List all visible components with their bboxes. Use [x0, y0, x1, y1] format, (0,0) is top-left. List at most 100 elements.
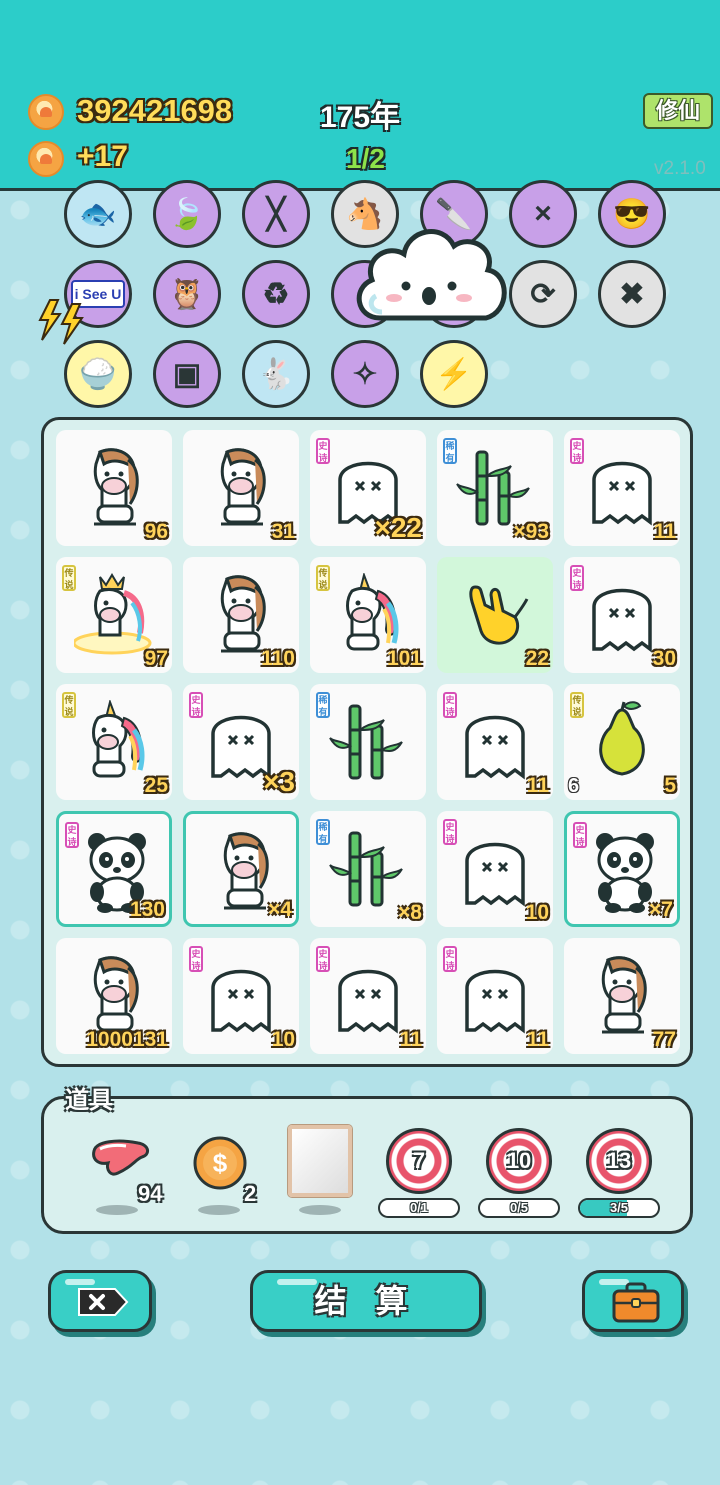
rabbit-icon[interactable]: 🐇 — [242, 340, 310, 408]
cell-value: 110 — [261, 647, 295, 670]
bag-button[interactable] — [582, 1270, 684, 1332]
board-cell[interactable]: 史诗 10 — [437, 811, 553, 927]
board-cell[interactable]: 史诗 11 — [437, 684, 553, 800]
target-icon[interactable]: 10 — [486, 1128, 552, 1194]
board-cell[interactable]: 稀有 ×93 — [437, 430, 553, 546]
horse-icon — [220, 448, 266, 526]
rarity-tag: 稀有 — [316, 692, 330, 718]
settle-button[interactable]: 结 算 — [250, 1270, 482, 1332]
board-cell[interactable]: 史诗 ×3 — [183, 684, 299, 800]
leaf-icon[interactable]: 🍃 — [153, 180, 221, 248]
target-progress: 0/5 — [478, 1198, 560, 1218]
multiplier-icon[interactable]: × — [509, 180, 577, 248]
cell-value: 11 — [526, 774, 549, 797]
skill-glyph: × — [534, 197, 552, 230]
skill-glyph: 🐇 — [257, 357, 295, 391]
board-cell[interactable]: 史诗 130 — [56, 811, 172, 927]
refresh-icon[interactable]: ⟳ — [509, 260, 577, 328]
board-cell[interactable]: 77 — [564, 938, 680, 1054]
horse-icon — [220, 575, 266, 653]
sunglasses-cat-icon[interactable]: 😎 — [598, 180, 666, 248]
rarity-tag: 史诗 — [189, 946, 203, 972]
coin-total: 392421698 — [77, 93, 233, 128]
board-cell[interactable]: 史诗 30 — [564, 557, 680, 673]
rarity-tag: 传说 — [570, 692, 584, 718]
bamboo-icon — [456, 450, 530, 526]
board-cell[interactable]: 1000131 — [56, 938, 172, 1054]
cell-value: 77 — [652, 1028, 676, 1051]
board-cell[interactable]: 史诗 11 — [564, 430, 680, 546]
chopsticks-icon[interactable]: ╳ — [242, 180, 310, 248]
target-icon[interactable]: 13 — [586, 1128, 652, 1194]
delete-tag-icon[interactable]: ✖ — [598, 260, 666, 328]
board-cell[interactable]: 稀有 ×8 — [310, 811, 426, 927]
skill-glyph: ✧ — [352, 357, 378, 391]
board-cell[interactable]: 史诗 ×22 — [310, 430, 426, 546]
cultivate-button[interactable]: 修仙 — [643, 93, 713, 129]
cell-value: 11 — [399, 1028, 422, 1051]
cloud-mascot-icon — [356, 229, 507, 321]
settle-label: 结 算 — [314, 1283, 418, 1319]
frame-icon[interactable] — [288, 1125, 352, 1197]
board-cell[interactable]: 稀有 — [310, 684, 426, 800]
remove-button[interactable] — [48, 1270, 152, 1332]
rice-bowl-icon[interactable]: 🍚 — [64, 340, 132, 408]
version-label: v2.1.0 — [654, 158, 706, 179]
cell-value: 10 — [271, 1028, 295, 1051]
rarity-tag: 史诗 — [570, 438, 584, 464]
board-cell[interactable]: 史诗 11 — [310, 938, 426, 1054]
ghost-icon — [465, 842, 525, 907]
rarity-tag: 史诗 — [570, 565, 584, 591]
board-cell[interactable]: 传说 101 — [310, 557, 426, 673]
board-cell[interactable]: 110 — [183, 557, 299, 673]
cell-value: ×3 — [263, 766, 295, 797]
board-cell[interactable]: 传说 97 — [56, 557, 172, 673]
jar-icon[interactable]: ▣ — [153, 340, 221, 408]
board-cell[interactable]: 史诗 10 — [183, 938, 299, 1054]
cell-left-value: 6 — [568, 775, 580, 797]
board-cell[interactable]: 史诗 ×7 — [564, 811, 680, 927]
cell-value: 5 — [664, 774, 676, 797]
fishbowl-icon[interactable]: 🐟 — [64, 180, 132, 248]
owl-mask-icon[interactable]: 🦉 — [153, 260, 221, 328]
horse-icon — [601, 956, 647, 1034]
bamboo-icon — [329, 704, 403, 780]
board-cell[interactable]: 31 — [183, 430, 299, 546]
board-cell[interactable]: 史诗 11 — [437, 938, 553, 1054]
ghost-icon — [211, 969, 271, 1034]
board-cell[interactable]: 22 — [437, 557, 553, 673]
unicorn-king-icon — [74, 573, 152, 655]
target-value: 13 — [606, 1148, 632, 1173]
liver-icon[interactable] — [88, 1137, 152, 1181]
cell-value: 10 — [525, 901, 549, 924]
target-icon[interactable]: 7 — [386, 1128, 452, 1194]
compass-icon[interactable]: ✧ — [331, 340, 399, 408]
board-cell[interactable]: ×4 — [183, 811, 299, 927]
skill-glyph: ⚡ — [435, 357, 473, 391]
board-cell[interactable]: 传说 25 — [56, 684, 172, 800]
top-bar: 392421698 +17 175年 1/2 修仙 v2.1.0 — [0, 0, 720, 191]
lightning-icon[interactable]: ⚡ — [420, 340, 488, 408]
ghost-icon — [592, 588, 652, 653]
recycle-icon[interactable]: ♻ — [242, 260, 310, 328]
skill-glyph: 🍃 — [168, 197, 206, 231]
target-progress-text: 0/1 — [409, 1200, 429, 1215]
target-value: 10 — [506, 1148, 532, 1173]
rarity-tag: 史诗 — [316, 438, 330, 464]
delete-tag-icon — [78, 1288, 129, 1316]
dollar-coin-icon[interactable]: $ — [192, 1135, 248, 1191]
svg-text:$: $ — [213, 1148, 228, 1178]
coin-icon — [28, 94, 64, 130]
rarity-tag: 史诗 — [443, 819, 457, 845]
rarity-tag: 史诗 — [316, 946, 330, 972]
cell-value: ×4 — [268, 898, 292, 921]
liver-count: 94 — [138, 1181, 163, 1206]
board-cell[interactable]: 传说 5 6 — [564, 684, 680, 800]
cell-value: 130 — [129, 898, 165, 921]
pear-icon — [599, 701, 645, 776]
target-progress: 0/1 — [378, 1198, 460, 1218]
board-cell[interactable]: 96 — [56, 430, 172, 546]
double-lightning-icon — [38, 299, 84, 345]
skill-glyph: 🦉 — [168, 277, 206, 311]
cell-value: 96 — [144, 520, 168, 543]
